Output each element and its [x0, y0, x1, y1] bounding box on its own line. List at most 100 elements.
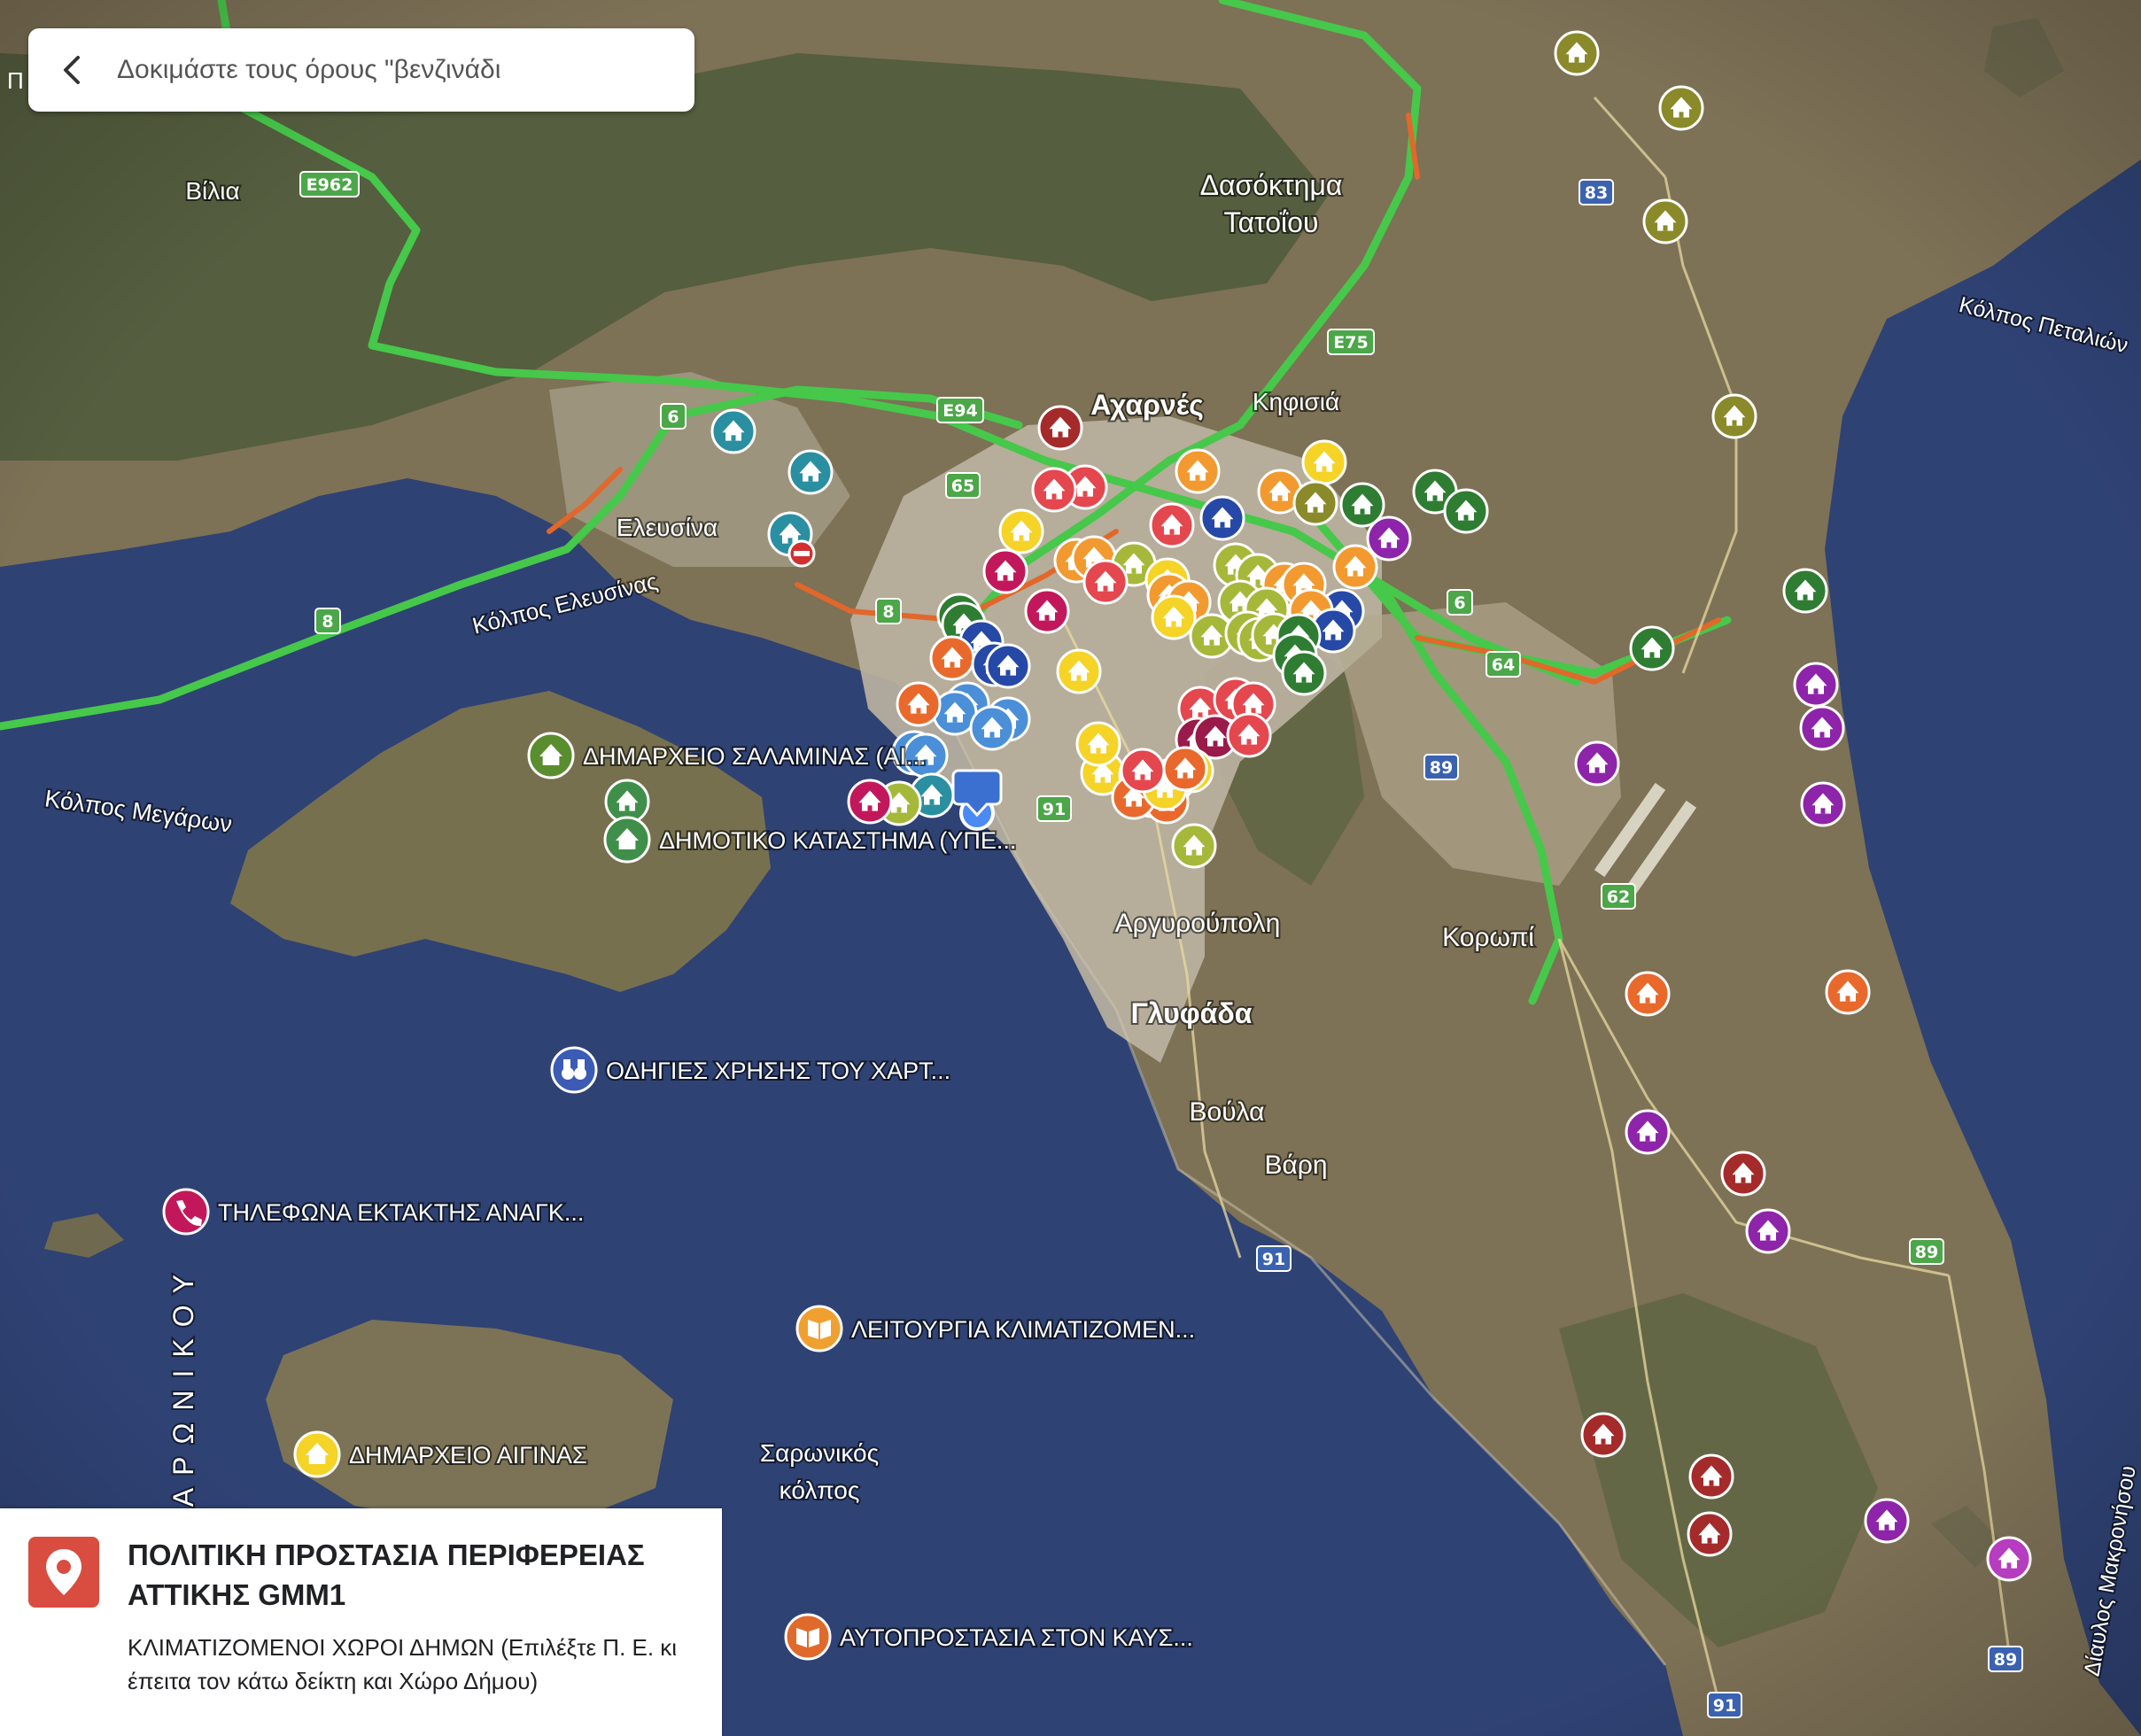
house-marker[interactable]	[982, 548, 1028, 594]
house-marker[interactable]	[1799, 705, 1845, 751]
house-marker[interactable]	[1366, 515, 1412, 562]
place-label: Αργυρούπολη	[1115, 909, 1281, 938]
marker-label: ΑΥΤΟΠΡΟΣΤΑΣΙΑ ΣΤΟΝ ΚΑΥΣ...	[840, 1624, 1193, 1651]
house-marker[interactable]	[1162, 746, 1208, 792]
svg-text:91: 91	[1262, 1250, 1285, 1269]
house-marker[interactable]	[1793, 662, 1839, 708]
house-marker[interactable]	[1120, 748, 1166, 794]
house-marker[interactable]	[1151, 594, 1197, 640]
svg-text:65: 65	[951, 477, 974, 496]
svg-text:89: 89	[1915, 1243, 1938, 1262]
svg-text:91: 91	[1713, 1696, 1736, 1716]
place-label: Σαρωνικός	[760, 1439, 879, 1467]
info-card[interactable]: ΠΟΛΙΤΙΚΗ ΠΡΟΣΤΑΣΙΑ ΠΕΡΙΦΕΡΕΙΑΣ ΑΤΤΙΚΗΣ G…	[0, 1508, 722, 1736]
house-marker[interactable]	[1629, 625, 1675, 671]
svg-text:E75: E75	[1333, 333, 1368, 353]
house-marker[interactable]	[1443, 488, 1489, 534]
house-marker[interactable]	[1825, 969, 1871, 1015]
house-marker[interactable]	[1642, 198, 1688, 244]
road-shield: E75	[1327, 329, 1375, 355]
house-marker[interactable]	[847, 779, 893, 825]
back-button[interactable]	[28, 28, 117, 112]
house-marker[interactable]	[1226, 712, 1272, 758]
svg-text:6: 6	[667, 407, 679, 427]
edge-glyph: Π	[7, 67, 24, 94]
house-marker[interactable]	[1864, 1498, 1910, 1544]
svg-text:89: 89	[1430, 758, 1453, 778]
road-shield: 6	[660, 403, 687, 430]
road-shield: 8	[875, 598, 902, 624]
house-marker[interactable]	[1332, 544, 1378, 590]
svg-text:8: 8	[322, 612, 333, 632]
house-marker[interactable]	[1745, 1208, 1791, 1254]
road-shield: 62	[1601, 883, 1636, 910]
marker-label: ΔΗΜΑΡΧΕΙΟ ΑΙΓΙΝΑΣ	[349, 1442, 587, 1469]
map-title: ΠΟΛΙΤΙΚΗ ΠΡΟΣΤΑΣΙΑ ΠΕΡΙΦΕΡΕΙΑΣ ΑΤΤΙΚΗΣ G…	[128, 1538, 645, 1611]
place-label: Κηφισιά	[1253, 388, 1339, 415]
road-shield: 65	[945, 472, 981, 499]
place-label: Κορωπί	[1442, 923, 1534, 952]
house-marker[interactable]	[1986, 1536, 2032, 1582]
map-pin-icon	[28, 1537, 99, 1608]
road-shield: 89	[1988, 1646, 2023, 1672]
place-label: Βάρη	[1264, 1151, 1327, 1180]
road-shield: 83	[1579, 179, 1614, 205]
svg-text:6: 6	[1454, 593, 1465, 613]
road-shield: 8	[314, 608, 341, 634]
svg-text:E94: E94	[943, 401, 977, 421]
house-marker[interactable]	[896, 681, 942, 727]
road-shield: E962	[299, 171, 360, 198]
search-bar[interactable]: Δοκιμάστε τους όρους "βενζινάδι	[28, 28, 694, 112]
house-marker[interactable]	[1149, 502, 1195, 548]
house-marker[interactable]	[985, 643, 1031, 689]
svg-text:8: 8	[882, 602, 894, 622]
house-marker[interactable]	[1580, 1412, 1626, 1458]
house-marker[interactable]	[1199, 495, 1245, 541]
house-marker[interactable]	[1175, 448, 1221, 494]
house-marker[interactable]	[1082, 559, 1129, 605]
house-marker[interactable]	[1800, 781, 1846, 827]
house-marker[interactable]	[1171, 823, 1217, 869]
house-marker[interactable]	[1554, 30, 1600, 76]
house-marker[interactable]	[1625, 971, 1671, 1017]
place-label: Ελευσίνα	[617, 514, 718, 541]
marker-label: ΛΕΙΤΟΥΡΓΙΑ ΚΛΙΜΑΤΙΖΟΜΕΝ...	[851, 1316, 1195, 1343]
place-label: Δασόκτημα	[1200, 169, 1343, 201]
place-label: Γλυφάδα	[1131, 997, 1253, 1029]
house-marker[interactable]	[1292, 480, 1338, 526]
house-marker[interactable]	[1687, 1511, 1733, 1557]
svg-text:91: 91	[1043, 800, 1066, 819]
house-marker[interactable]	[1711, 393, 1757, 439]
house-marker[interactable]	[998, 508, 1044, 554]
road-shield: 91	[1036, 795, 1072, 822]
road-shield: 89	[1909, 1238, 1944, 1265]
no-entry-icon	[787, 539, 816, 568]
house-marker[interactable]	[1281, 650, 1327, 696]
house-marker[interactable]	[1574, 740, 1620, 787]
search-input[interactable]: Δοκιμάστε τους όρους "βενζινάδι	[117, 55, 500, 85]
house-marker[interactable]	[929, 635, 975, 681]
house-marker[interactable]	[1782, 568, 1828, 614]
place-label: Αχαρνές	[1090, 389, 1204, 421]
house-marker[interactable]	[1658, 85, 1704, 131]
house-marker[interactable]	[787, 449, 834, 495]
place-label: Βίλια	[185, 177, 239, 205]
house-marker[interactable]	[1720, 1151, 1766, 1197]
road-shield: 91	[1707, 1692, 1742, 1718]
place-label: κόλπος	[780, 1476, 860, 1504]
svg-text:83: 83	[1585, 183, 1608, 203]
house-marker[interactable]	[1075, 721, 1121, 767]
svg-text:E962: E962	[306, 175, 353, 195]
svg-text:64: 64	[1492, 655, 1515, 675]
house-marker[interactable]	[1024, 588, 1070, 634]
house-marker[interactable]	[969, 705, 1015, 751]
marker-label: ΤΗΛΕΦΩΝΑ ΕΚΤΑΚΤΗΣ ΑΝΑΓΚ...	[218, 1199, 584, 1226]
house-marker[interactable]	[1031, 467, 1077, 513]
house-marker[interactable]	[1301, 439, 1347, 485]
house-marker[interactable]	[1688, 1453, 1734, 1500]
house-marker[interactable]	[710, 408, 756, 454]
satellite-map[interactable]: E962 E75 E94 6 65 8 8 6 64 89 91 83 62 91 89 89 91 Βίλια…	[0, 0, 2141, 1736]
house-marker[interactable]	[1056, 648, 1102, 694]
house-marker[interactable]	[1037, 405, 1083, 451]
house-marker[interactable]	[1625, 1109, 1671, 1155]
